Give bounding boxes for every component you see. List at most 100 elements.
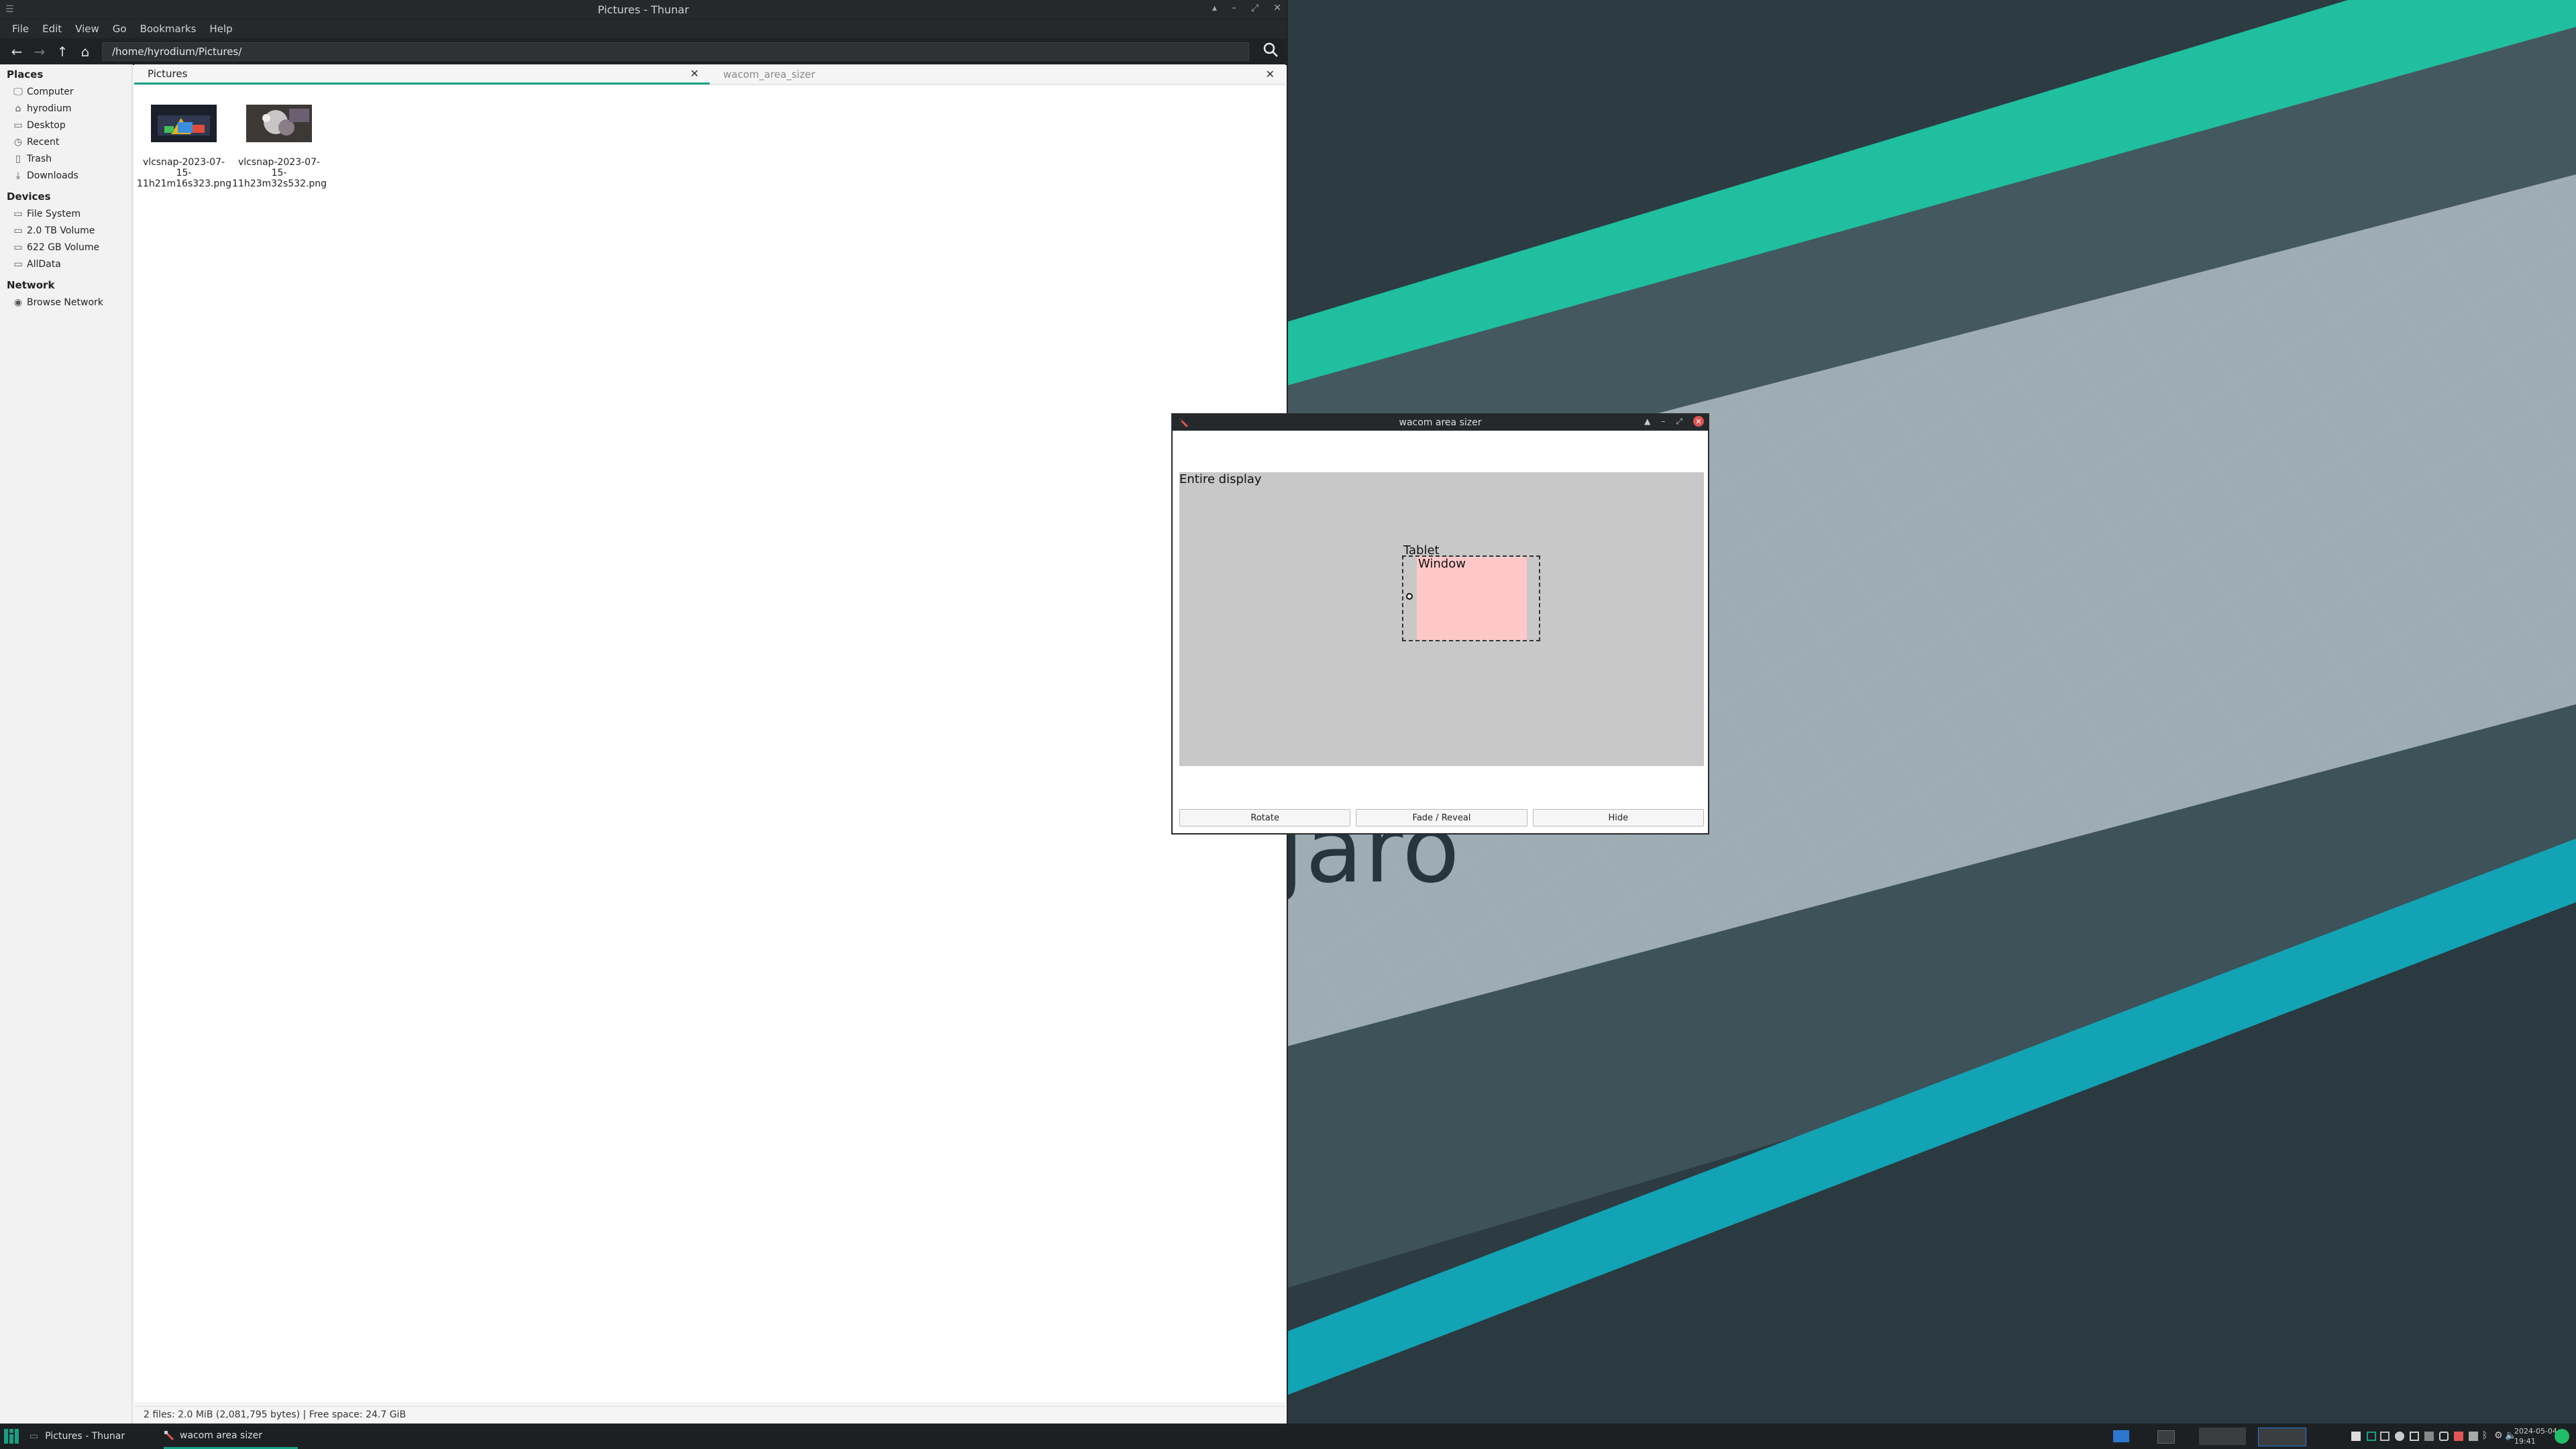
clock-date: 2024-05-04 — [2514, 1427, 2557, 1436]
thunar-title: Pictures - Thunar — [598, 3, 689, 16]
close-icon[interactable]: ✕ — [1693, 416, 1704, 427]
tray-icon-1[interactable] — [2351, 1432, 2361, 1441]
sidebar-item-hyrodium[interactable]: ⌂ hyrodium — [0, 100, 131, 117]
pager-icon[interactable] — [2258, 1428, 2306, 1446]
close-icon[interactable]: ✕ — [1273, 3, 1281, 13]
minimize-icon[interactable]: – — [1661, 417, 1665, 426]
computer-icon: 🖵 — [13, 86, 23, 97]
minimize-icon[interactable]: – — [1232, 3, 1236, 13]
maximize-icon[interactable]: ⤢ — [1251, 3, 1258, 13]
tab-label: wacom_area_sizer — [723, 68, 816, 80]
file-view[interactable]: vlcsnap-2023-07-15- 11h21m16s323.png vlc… — [134, 86, 1285, 1402]
tray-icon-4[interactable] — [2395, 1432, 2404, 1441]
sidebar-item-label: File System — [27, 208, 81, 219]
status-bar: 2 files: 2.0 MiB (2,081,795 bytes) | Fre… — [134, 1406, 1285, 1422]
update-notifier-icon[interactable] — [2555, 1429, 2569, 1444]
clock[interactable]: 2024-05-04 19:41 — [2514, 1426, 2557, 1446]
image-thumbnail — [246, 105, 312, 142]
thunar-window: ☰ Pictures - Thunar ▴ – ⤢ ✕ File Edit Vi… — [0, 0, 1288, 1424]
menu-bookmarks[interactable]: Bookmarks — [133, 23, 203, 35]
sidebar-item-computer[interactable]: 🖵 Computer — [0, 83, 131, 100]
tab-bar: Pictures ✕ wacom_area_sizer ✕ — [134, 64, 1285, 85]
location-path: /home/hyrodium/Pictures/ — [112, 46, 242, 58]
sidebar-item-label: 2.0 TB Volume — [27, 225, 95, 236]
tab-pictures[interactable]: Pictures ✕ — [134, 64, 710, 85]
tray-icon-2[interactable] — [2367, 1432, 2376, 1441]
bluetooth-icon[interactable]: ᛒ — [2482, 1430, 2491, 1441]
settings-icon[interactable]: ⚙ — [2494, 1430, 2504, 1441]
keep-above-icon[interactable]: ▲ — [1644, 417, 1650, 426]
sidebar-section-network: Network — [7, 279, 55, 291]
sidebar-item-alldata[interactable]: ▭ AllData — [0, 256, 131, 272]
file-name-line1: vlcsnap-2023-07-15- — [142, 157, 225, 178]
file-name-line2: 11h23m32s532.png — [232, 178, 327, 189]
sidebar-item-2tb-volume[interactable]: ▭ 2.0 TB Volume — [0, 222, 131, 239]
sidebar-item-recent[interactable]: ◷ Recent — [0, 133, 131, 150]
sidebar-item-downloads[interactable]: ⤓ Downloads — [0, 167, 131, 184]
tray-icon-8[interactable] — [2454, 1432, 2463, 1441]
sidebar-item-trash[interactable]: ▯ Trash — [0, 150, 131, 167]
home-icon: ⌂ — [15, 103, 21, 114]
taskbar-item-wacom[interactable]: wacom area sizer — [164, 1424, 298, 1449]
volume-icon[interactable]: 🔈 — [2505, 1430, 2516, 1441]
maximize-icon[interactable]: ⤢ — [1676, 417, 1682, 427]
keep-above-icon[interactable]: ▴ — [1212, 3, 1217, 13]
forward-icon[interactable]: → — [28, 44, 51, 60]
wacom-app-icon — [1178, 417, 1189, 431]
keyboard-icon[interactable] — [2469, 1432, 2478, 1441]
tab-wacom-area-sizer[interactable]: wacom_area_sizer ✕ — [710, 64, 1285, 85]
sidebar-item-622gb-volume[interactable]: ▭ 622 GB Volume — [0, 239, 131, 256]
workspace-indicator-icon[interactable] — [2113, 1430, 2129, 1442]
drive-icon: ▭ — [13, 258, 23, 270]
drive-icon: ▭ — [13, 241, 23, 253]
thunar-titlebar[interactable]: ☰ Pictures - Thunar ▴ – ⤢ ✕ — [0, 0, 1287, 19]
file-item[interactable]: vlcsnap-2023-07-15- 11h23m32s532.png — [232, 105, 327, 189]
sidebar-item-label: Trash — [27, 153, 52, 164]
location-bar[interactable]: /home/hyrodium/Pictures/ — [102, 42, 1249, 61]
menu-go[interactable]: Go — [106, 23, 133, 35]
menubar: File Edit View Go Bookmarks Help — [0, 19, 1287, 38]
file-item[interactable]: vlcsnap-2023-07-15- 11h21m16s323.png — [137, 105, 231, 189]
sidebar-item-label: Recent — [27, 136, 60, 148]
hide-button[interactable]: Hide — [1532, 809, 1704, 826]
window-menu-icon[interactable]: ☰ — [5, 4, 14, 15]
wacom-app-icon — [164, 1430, 174, 1440]
sidebar-item-browse-network[interactable]: ◉ Browse Network — [0, 294, 131, 311]
menu-edit[interactable]: Edit — [36, 23, 68, 35]
task-label: wacom area sizer — [180, 1430, 262, 1441]
wacom-titlebar[interactable]: wacom area sizer ▲ – ⤢ ✕ — [1173, 415, 1708, 431]
menu-file[interactable]: File — [5, 23, 36, 35]
resize-handle[interactable] — [1406, 593, 1413, 600]
back-icon[interactable]: ← — [5, 44, 28, 60]
sidebar-item-desktop[interactable]: ▭ Desktop — [0, 117, 131, 133]
tray-icon-3[interactable] — [2380, 1432, 2390, 1441]
sidebar-item-label: AllData — [27, 258, 61, 270]
rotate-button[interactable]: Rotate — [1179, 809, 1351, 826]
sidebar-item-label: 622 GB Volume — [27, 241, 100, 253]
tray-icon-6[interactable] — [2424, 1432, 2434, 1441]
close-tab-icon[interactable]: ✕ — [690, 67, 699, 80]
fade-reveal-button[interactable]: Fade / Reveal — [1356, 809, 1527, 826]
menu-help[interactable]: Help — [203, 23, 239, 35]
network-icon: ◉ — [13, 297, 23, 308]
taskbar-item-thunar[interactable]: ▭ Pictures - Thunar — [30, 1424, 164, 1449]
wacom-title: wacom area sizer — [1399, 417, 1482, 428]
toolbar: ← → ↑ ⌂ /home/hyrodium/Pictures/ — [0, 38, 1287, 65]
entire-display-area: Entire display Tablet Window — [1179, 472, 1704, 766]
file-name-line1: vlcsnap-2023-07-15- — [237, 157, 321, 178]
up-icon[interactable]: ↑ — [51, 44, 74, 60]
wacom-button-row: Rotate Fade / Reveal Hide — [1179, 809, 1704, 826]
sidebar-section-devices: Devices — [7, 191, 51, 203]
show-desktop-icon[interactable] — [2157, 1430, 2175, 1444]
menu-view[interactable]: View — [68, 23, 106, 35]
sidebar-item-file-system[interactable]: ▭ File System — [0, 205, 131, 222]
search-icon[interactable] — [1263, 42, 1279, 62]
close-tab-icon[interactable]: ✕ — [1266, 68, 1275, 80]
manjaro-menu-icon[interactable] — [4, 1429, 19, 1444]
sidebar-section-places: Places — [7, 68, 44, 80]
tray-icon-7[interactable] — [2439, 1432, 2449, 1441]
sidebar-item-label: hyrodium — [27, 103, 72, 114]
home-icon[interactable]: ⌂ — [74, 44, 97, 60]
tray-icon-5[interactable] — [2410, 1432, 2419, 1441]
pager-icon[interactable] — [2199, 1428, 2246, 1445]
